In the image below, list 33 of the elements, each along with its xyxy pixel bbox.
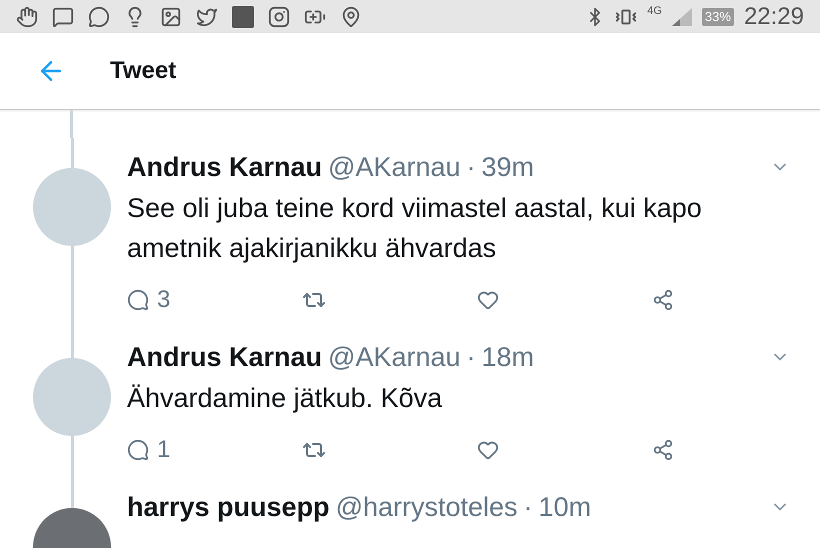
network-type: 4G (647, 4, 662, 20)
hand-icon (16, 6, 38, 28)
author-handle[interactable]: @AKarnau (328, 340, 461, 374)
share-icon[interactable] (652, 289, 674, 311)
battery-level: 33% (702, 8, 734, 26)
tweet-time: 39m (482, 151, 534, 184)
tweet-time: 18m (482, 341, 534, 374)
separator-dot: · (466, 151, 476, 184)
clock: 22:29 (744, 2, 804, 32)
heart-icon[interactable] (477, 439, 499, 461)
share-icon[interactable] (652, 439, 674, 461)
separator-dot: · (524, 491, 533, 524)
chat-icon (52, 6, 74, 28)
reply-count: 1 (157, 435, 170, 465)
signal-icon (672, 8, 692, 26)
separator-dot: · (466, 341, 476, 374)
reply-icon[interactable] (127, 289, 149, 311)
map-pin-icon (340, 6, 362, 28)
tweet-text: Ähvardamine jätkub. Kõva (127, 382, 444, 415)
reply-icon[interactable] (127, 439, 149, 461)
author-name[interactable]: Andrus Karnau (127, 150, 322, 184)
bird-icon (196, 6, 218, 28)
author-handle[interactable]: @AKarnau (328, 150, 461, 184)
page-title: Tweet (110, 56, 176, 86)
tweet-time: 10m (538, 491, 592, 524)
tweet-text: See oli juba teine kord viimastel aastal, kui kapo ametnik ajakirjanikku ähvardas (127, 192, 703, 265)
heart-icon[interactable] (477, 289, 499, 311)
author-handle[interactable]: @harrystoteles (336, 490, 518, 524)
author-name[interactable]: Andrus Karnau (127, 340, 322, 374)
reply-count: 3 (157, 285, 170, 315)
author-name[interactable]: harrys puusepp (127, 490, 330, 524)
image-icon (160, 6, 182, 28)
camera-icon (268, 6, 290, 28)
